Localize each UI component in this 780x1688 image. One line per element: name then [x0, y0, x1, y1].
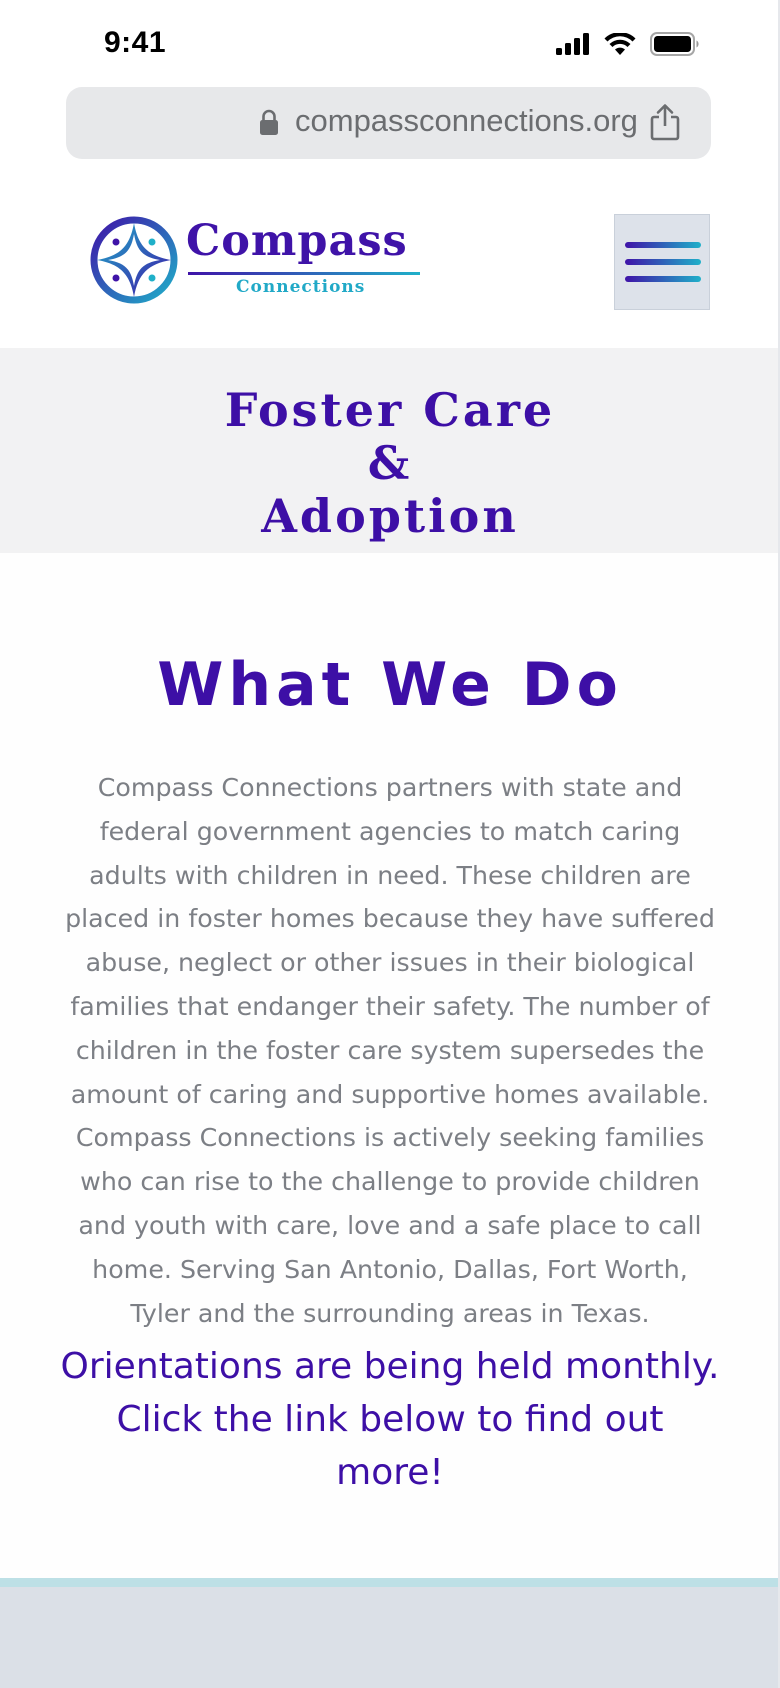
section-divider	[0, 1578, 780, 1587]
site-logo[interactable]: Compass Connections	[88, 214, 428, 314]
hero-banner: Foster Care & Adoption	[0, 348, 780, 553]
about-paragraph: Compass Connections partners with state …	[65, 773, 715, 1328]
battery-icon	[650, 32, 699, 56]
status-icons	[556, 32, 700, 56]
main-content: What We Do Compass Connections partners …	[0, 553, 780, 1578]
compass-star-logo-icon	[90, 216, 178, 304]
hero-title: Foster Care & Adoption	[0, 384, 780, 543]
url-text: compassconnections.org	[295, 103, 638, 138]
address-bar[interactable]: compassconnections.org	[66, 87, 711, 159]
logo-title: Compass	[186, 216, 408, 266]
hero-title-line: Adoption	[261, 489, 519, 543]
menu-line	[625, 259, 701, 265]
orientation-notice: Orientations are being held monthly. Cli…	[60, 1346, 720, 1493]
wifi-icon	[604, 32, 636, 55]
status-time: 9:41	[104, 26, 167, 59]
logo-underline	[188, 272, 420, 275]
menu-line	[625, 242, 701, 248]
signal-icon	[556, 33, 589, 55]
hamburger-menu-button[interactable]	[614, 214, 710, 310]
lock-icon	[260, 109, 278, 135]
page: 9:41 compassconnections.org Compass Conn…	[0, 0, 780, 1688]
hero-title-line: &	[367, 436, 413, 490]
share-icon[interactable]	[649, 103, 681, 141]
status-bar: 9:41	[0, 0, 780, 88]
logo-subtitle: Connections	[236, 277, 366, 297]
hero-title-line: Foster Care	[224, 383, 556, 437]
menu-line	[625, 276, 701, 282]
section-title: What We Do	[157, 650, 623, 720]
site-header: Compass Connections	[0, 190, 778, 348]
next-section	[0, 1587, 780, 1688]
